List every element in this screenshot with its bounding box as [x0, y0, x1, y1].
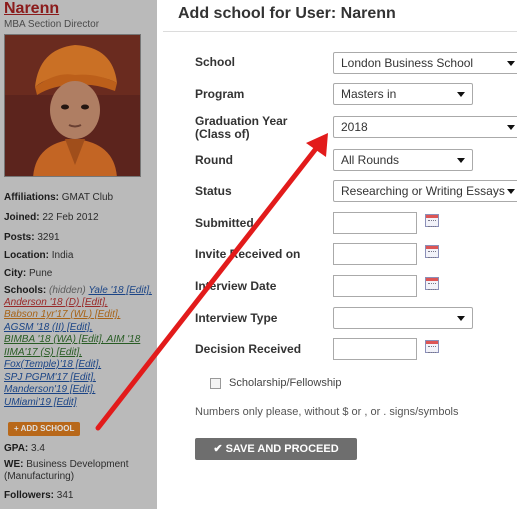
we-value: Business Development (Manufacturing) — [4, 459, 129, 482]
gpa-value: 3.4 — [31, 443, 45, 454]
profile-username[interactable]: Narenn — [4, 0, 59, 18]
school-link[interactable]: Anderson '18 (D) [Edit], — [4, 297, 108, 308]
avatar-photo — [5, 35, 140, 176]
chevron-down-icon — [507, 61, 515, 66]
chevron-down-icon — [457, 316, 465, 321]
status-label: Status — [195, 184, 232, 198]
round-label: Round — [195, 153, 233, 167]
decision-received-date-input[interactable] — [333, 338, 417, 360]
scholarship-checkbox[interactable] — [210, 378, 221, 389]
gpa-label: GPA: — [4, 443, 29, 454]
followers-row: Followers: 341 — [4, 488, 157, 504]
location-value: India — [51, 250, 74, 261]
school-link[interactable]: BIMBA '18 (WA) [Edit], AIM '18 — [4, 334, 140, 345]
calendar-icon[interactable] — [425, 214, 439, 227]
form-title: Add school for User: Narenn — [178, 5, 396, 22]
location-label: Location: — [4, 250, 49, 261]
submitted-date-input[interactable] — [333, 212, 417, 234]
program-select[interactable]: Masters in — [333, 83, 473, 105]
numbers-note: Numbers only please, without $ or , or .… — [195, 406, 459, 418]
followers-label: Followers: — [4, 490, 55, 501]
calendar-icon[interactable] — [425, 277, 439, 290]
we-label: WE: — [4, 459, 24, 470]
scholarship-label: Scholarship/Fellowship — [229, 377, 342, 389]
school-link[interactable]: SPJ PGPM'17 [Edit], — [4, 372, 96, 383]
graduation-year-select[interactable]: 2018 — [333, 116, 517, 138]
schools-hidden-note: (hidden) — [49, 285, 86, 296]
interview-type-label: Interview Type — [195, 311, 278, 325]
round-select-value: All Rounds — [341, 153, 400, 167]
school-label: School — [195, 55, 236, 69]
affiliations-label: Affiliations: — [4, 192, 59, 203]
invite-received-label: Invite Received on — [195, 247, 301, 261]
graduation-year-label-line: (Class of) — [195, 127, 250, 141]
joined-row: Joined: 22 Feb 2012 — [4, 210, 157, 226]
avatar — [4, 34, 141, 177]
graduation-year-label: Graduation Year (Class of) — [195, 115, 287, 141]
posts-label: Posts: — [4, 232, 35, 243]
posts-row: Posts: 3291 — [4, 230, 157, 246]
program-select-value: Masters in — [341, 87, 397, 101]
affiliations-value: GMAT Club — [61, 192, 114, 203]
schools-label: Schools: — [4, 285, 47, 296]
save-and-proceed-button[interactable]: ✔ SAVE AND PROCEED — [195, 438, 357, 460]
decision-received-label: Decision Received — [195, 342, 302, 356]
joined-value: 22 Feb 2012 — [42, 212, 99, 223]
graduation-year-select-value: 2018 — [341, 120, 368, 134]
gpa-row: GPA: 3.4 — [4, 441, 157, 457]
city-label: City: — [4, 268, 27, 279]
chevron-down-icon — [457, 158, 465, 163]
city-value: Pune — [29, 268, 53, 279]
calendar-icon[interactable] — [425, 340, 439, 353]
school-select-value: London Business School — [341, 56, 474, 70]
affiliations-row: Affiliations: GMAT Club — [4, 190, 157, 206]
add-school-form: Add school for User: Narenn School Londo… — [163, 0, 517, 509]
interview-date-input[interactable] — [333, 275, 417, 297]
school-link[interactable]: IIMA'17 (S) [Edit], — [4, 347, 82, 358]
school-link[interactable]: Yale '18 [Edit], — [89, 285, 152, 296]
profile-role: MBA Section Director — [4, 19, 100, 30]
user-profile-panel: Narenn MBA Section Director Affiliations… — [0, 0, 157, 509]
calendar-icon[interactable] — [425, 245, 439, 258]
chevron-down-icon — [457, 92, 465, 97]
joined-label: Joined: — [4, 212, 40, 223]
school-link[interactable]: Babson 1yr'17 (WL) [Edit], — [4, 309, 120, 320]
status-select-value: Researching or Writing Essays — [341, 184, 505, 198]
invite-received-date-input[interactable] — [333, 243, 417, 265]
interview-type-select[interactable] — [333, 307, 473, 329]
work-experience-row: WE: Business Development (Manufacturing) — [4, 459, 157, 483]
divider — [163, 31, 517, 32]
submitted-label: Submitted — [195, 216, 254, 230]
location-row: Location: India — [4, 248, 157, 264]
school-link[interactable]: Manderson'19 [Edit], — [4, 384, 95, 395]
city-row: City: Pune — [4, 266, 157, 282]
school-link[interactable]: AGSM '18 (II) [Edit], — [4, 322, 93, 333]
posts-value: 3291 — [37, 232, 60, 243]
chevron-down-icon — [507, 189, 515, 194]
program-label: Program — [195, 87, 245, 101]
school-link[interactable]: Fox(Temple)'18 [Edit], — [4, 359, 101, 370]
school-link[interactable]: UMiami'19 [Edit] — [4, 397, 77, 408]
school-select[interactable]: London Business School — [333, 52, 517, 74]
round-select[interactable]: All Rounds — [333, 149, 473, 171]
chevron-down-icon — [507, 125, 515, 130]
interview-date-label: Interview Date — [195, 279, 277, 293]
add-school-button[interactable]: + ADD SCHOOL — [8, 422, 81, 436]
status-select[interactable]: Researching or Writing Essays — [333, 180, 517, 202]
followers-value: 341 — [56, 490, 74, 501]
